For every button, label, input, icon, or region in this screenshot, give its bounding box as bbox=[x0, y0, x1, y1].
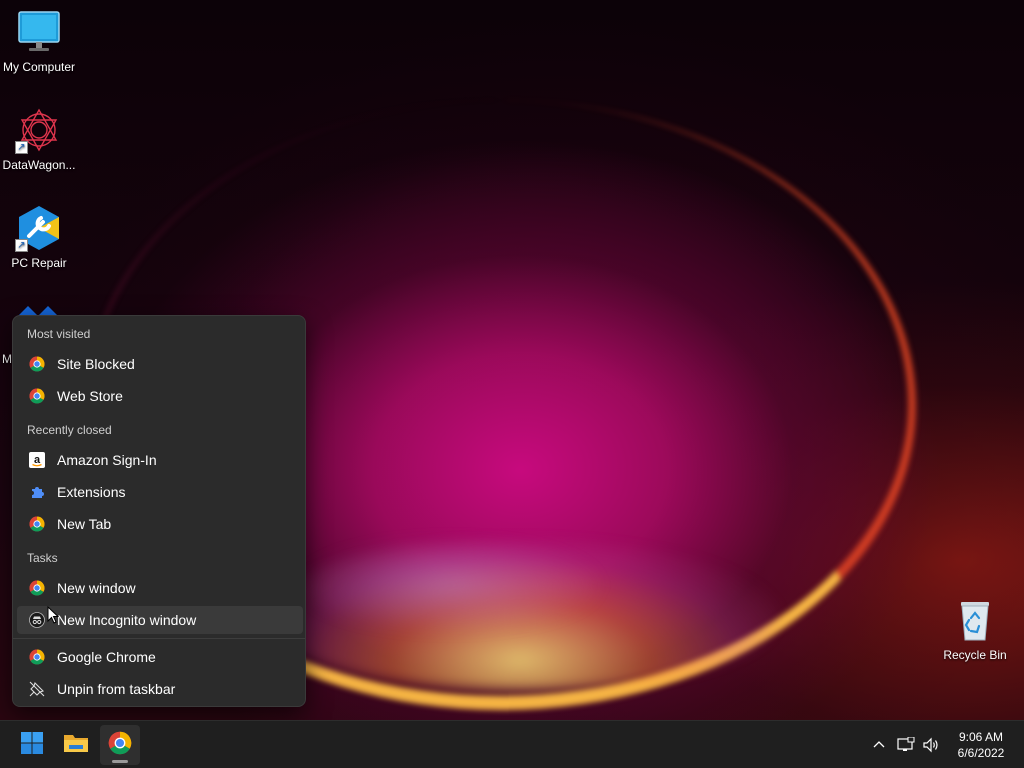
windows-start-icon bbox=[20, 731, 44, 760]
taskbar-file-explorer-button[interactable] bbox=[56, 725, 96, 765]
chevron-up-icon[interactable] bbox=[869, 735, 889, 755]
network-icon[interactable] bbox=[896, 735, 916, 755]
desktop-icon-datawagon[interactable]: ↗ DataWagon... bbox=[0, 106, 78, 173]
clock-time: 9:06 AM bbox=[958, 730, 1004, 744]
chrome-icon bbox=[29, 356, 45, 372]
jump-item-extensions[interactable]: Extensions bbox=[17, 478, 303, 506]
jump-item-new-tab[interactable]: New Tab bbox=[17, 510, 303, 538]
folder-icon bbox=[63, 731, 89, 760]
jump-item-new-incognito-window[interactable]: New Incognito window bbox=[17, 606, 303, 634]
recently-closed-header: Recently closed bbox=[27, 423, 112, 437]
monitor-icon bbox=[15, 8, 63, 56]
jump-list-separator bbox=[13, 638, 305, 639]
jump-item-site-blocked[interactable]: Site Blocked bbox=[17, 350, 303, 378]
jump-item-label: New Incognito window bbox=[57, 612, 197, 628]
clock-date: 6/6/2022 bbox=[957, 746, 1005, 760]
jump-item-label: Extensions bbox=[57, 484, 126, 500]
tasks-header: Tasks bbox=[27, 551, 58, 565]
jump-item-amazon-sign-in[interactable]: a Amazon Sign-In bbox=[17, 446, 303, 474]
desktop-icon-label: DataWagon... bbox=[2, 158, 76, 172]
mouse-cursor-icon bbox=[47, 606, 59, 624]
unpin-icon bbox=[29, 681, 45, 697]
wallpaper-haze bbox=[300, 540, 600, 630]
jump-item-google-chrome[interactable]: Google Chrome bbox=[17, 643, 303, 671]
desktop-icon-label: My Computer bbox=[2, 60, 76, 74]
incognito-icon bbox=[29, 612, 45, 628]
pc-repair-icon: ↗ bbox=[15, 204, 63, 252]
chrome-icon bbox=[108, 731, 132, 760]
volume-icon[interactable] bbox=[921, 735, 941, 755]
desktop-icon-recycle-bin[interactable]: Recycle Bin bbox=[936, 596, 1014, 663]
svg-text:a: a bbox=[34, 454, 41, 466]
puzzle-piece-icon bbox=[29, 484, 45, 500]
shortcut-arrow-icon: ↗ bbox=[15, 141, 28, 154]
jump-item-label: New Tab bbox=[57, 516, 112, 532]
shortcut-arrow-icon: ↗ bbox=[15, 239, 28, 252]
chrome-icon bbox=[29, 649, 45, 665]
chrome-icon bbox=[29, 388, 45, 404]
taskbar-start-button[interactable] bbox=[12, 725, 52, 765]
taskbar-chrome-button[interactable] bbox=[100, 725, 140, 765]
jump-item-label: Unpin from taskbar bbox=[57, 681, 176, 697]
running-indicator bbox=[112, 760, 128, 763]
jump-item-web-store[interactable]: Web Store bbox=[17, 382, 303, 410]
most-visited-header: Most visited bbox=[27, 327, 91, 341]
desktop-icon-my-computer[interactable]: My Computer bbox=[0, 8, 78, 75]
taskbar: 9:06 AM 6/6/2022 bbox=[0, 720, 1024, 768]
jump-item-new-window[interactable]: New window bbox=[17, 574, 303, 602]
desktop-icon-pc-repair[interactable]: ↗ PC Repair bbox=[0, 204, 78, 271]
chrome-icon bbox=[29, 516, 45, 532]
jump-item-label: Site Blocked bbox=[57, 356, 135, 372]
desktop-icon-label: PC Repair bbox=[11, 256, 67, 270]
jump-item-label: New window bbox=[57, 580, 136, 596]
jump-item-label: Amazon Sign-In bbox=[57, 452, 157, 468]
jump-item-unpin-from-taskbar[interactable]: Unpin from taskbar bbox=[17, 675, 303, 703]
desktop-icon-label: Recycle Bin bbox=[943, 648, 1007, 662]
chrome-icon bbox=[29, 580, 45, 596]
jump-item-label: Web Store bbox=[57, 388, 123, 404]
amazon-icon: a bbox=[29, 452, 45, 468]
chrome-jump-list: Most visited Site Blocked Web Store Rece… bbox=[12, 315, 306, 707]
desktop-icon-label: M bbox=[2, 352, 12, 366]
datawagon-icon: ↗ bbox=[15, 106, 63, 154]
taskbar-clock[interactable]: 9:06 AM 6/6/2022 bbox=[948, 729, 1014, 761]
recycle-bin-icon bbox=[951, 596, 999, 644]
jump-item-label: Google Chrome bbox=[57, 649, 156, 665]
